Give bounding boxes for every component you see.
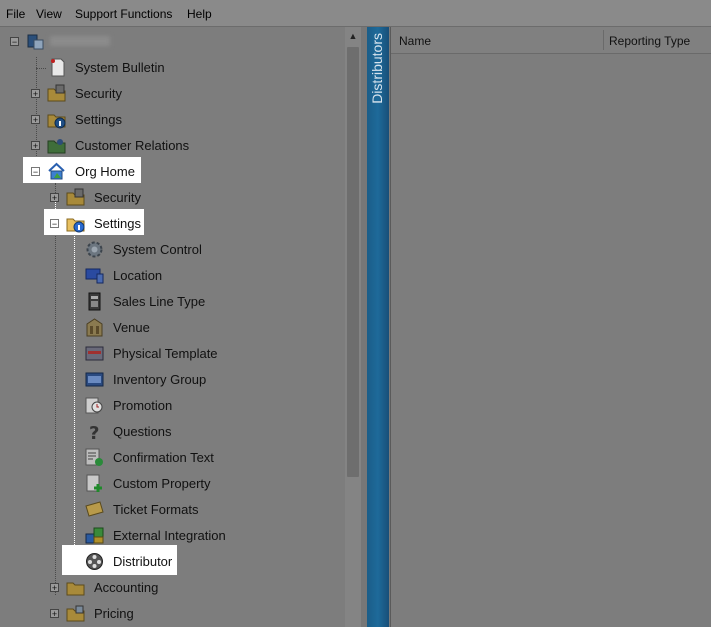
tree-item-org-settings[interactable]: − Settings: [0, 212, 200, 234]
tree-scrollbar[interactable]: ▲: [345, 27, 361, 627]
tree-item-physical-template[interactable]: Physical Template: [0, 342, 220, 364]
expand-icon[interactable]: +: [31, 115, 40, 125]
expand-icon[interactable]: +: [50, 193, 59, 203]
folder-price-icon: [66, 605, 85, 622]
tree-item-promotion[interactable]: Promotion: [0, 394, 220, 416]
home-icon: [48, 162, 65, 180]
menu-bar: File View Support Functions Help: [0, 0, 711, 27]
collapse-icon[interactable]: −: [50, 219, 59, 229]
monitor-icon: [85, 268, 104, 284]
tree-item-system-bulletin[interactable]: System Bulletin: [0, 56, 200, 78]
tree-item-customer-relations[interactable]: + Customer Relations: [0, 134, 220, 156]
expand-icon[interactable]: +: [31, 141, 40, 151]
distributors-side-tab[interactable]: Distributors: [367, 27, 389, 627]
menu-help[interactable]: Help: [187, 7, 212, 21]
menu-support-functions[interactable]: Support Functions: [75, 7, 172, 21]
add-property-icon: [86, 474, 102, 492]
expand-icon[interactable]: +: [50, 609, 59, 619]
template-icon: [85, 346, 104, 361]
tree-item-settings[interactable]: + Settings: [0, 108, 200, 130]
ticket-icon: [85, 501, 104, 517]
tree-item-custom-property[interactable]: Custom Property: [0, 472, 220, 494]
tree-item-venue[interactable]: Venue: [0, 316, 220, 338]
folder-people-icon: [47, 139, 66, 154]
folder-info-icon: [47, 114, 66, 129]
expand-icon[interactable]: +: [31, 89, 40, 99]
integration-icon: [85, 527, 104, 544]
tree-item-confirmation-text[interactable]: Confirmation Text: [0, 446, 220, 468]
folder-icon: [47, 84, 66, 102]
folder-icon: [66, 582, 85, 596]
tree-item-pricing[interactable]: + Pricing: [0, 602, 200, 624]
menu-file[interactable]: File: [6, 7, 25, 21]
tree-item-inventory-group[interactable]: Inventory Group: [0, 368, 220, 390]
tree-item-external-integration[interactable]: External Integration: [0, 524, 226, 546]
folder-info-icon: [66, 218, 85, 233]
gear-icon: [86, 241, 103, 258]
tree-item-org-home[interactable]: − Org Home: [0, 160, 200, 182]
tree-item-ticket-formats[interactable]: Ticket Formats: [0, 498, 220, 520]
menu-view[interactable]: View: [36, 7, 62, 21]
tree-item-org-security[interactable]: + Security: [0, 186, 200, 208]
checklist-icon: [85, 448, 103, 466]
building-icon: [86, 318, 103, 337]
svg-text:?: ?: [89, 423, 99, 441]
tree-item-distributor[interactable]: Distributor: [0, 550, 220, 572]
tree-item-security[interactable]: + Security: [0, 82, 200, 104]
grid-header: Name Reporting Type: [391, 27, 711, 54]
tree-root[interactable]: −: [0, 30, 200, 52]
film-reel-icon: [86, 553, 103, 570]
column-header-reporting-type[interactable]: Reporting Type: [609, 34, 690, 48]
collapse-icon[interactable]: −: [31, 167, 40, 177]
expand-icon[interactable]: +: [50, 583, 59, 593]
promotion-icon: [85, 397, 103, 414]
inventory-icon: [85, 372, 104, 387]
distributors-grid[interactable]: Name Reporting Type: [390, 27, 711, 627]
side-tab-label: Distributors: [369, 33, 385, 104]
tree-item-accounting[interactable]: + Accounting: [0, 576, 200, 598]
folder-icon: [66, 188, 85, 206]
question-icon: ?: [89, 423, 99, 441]
receipt-icon: [88, 292, 101, 311]
column-header-name[interactable]: Name: [399, 34, 431, 48]
column-separator[interactable]: [603, 30, 604, 50]
tree-item-questions[interactable]: ? Questions: [0, 420, 220, 442]
document-icon: [51, 58, 65, 77]
tree-item-system-control[interactable]: System Control: [0, 238, 220, 260]
server-icon: [27, 34, 44, 50]
navigation-tree[interactable]: − System Bulletin + Security + Settings: [0, 27, 345, 627]
scroll-thumb[interactable]: [347, 47, 359, 477]
tree-item-sales-line-type[interactable]: Sales Line Type: [0, 290, 220, 312]
collapse-icon[interactable]: −: [10, 37, 19, 47]
scroll-up-icon[interactable]: ▲: [348, 31, 358, 41]
tree-item-location[interactable]: Location: [0, 264, 220, 286]
root-label-redacted: [50, 36, 110, 46]
